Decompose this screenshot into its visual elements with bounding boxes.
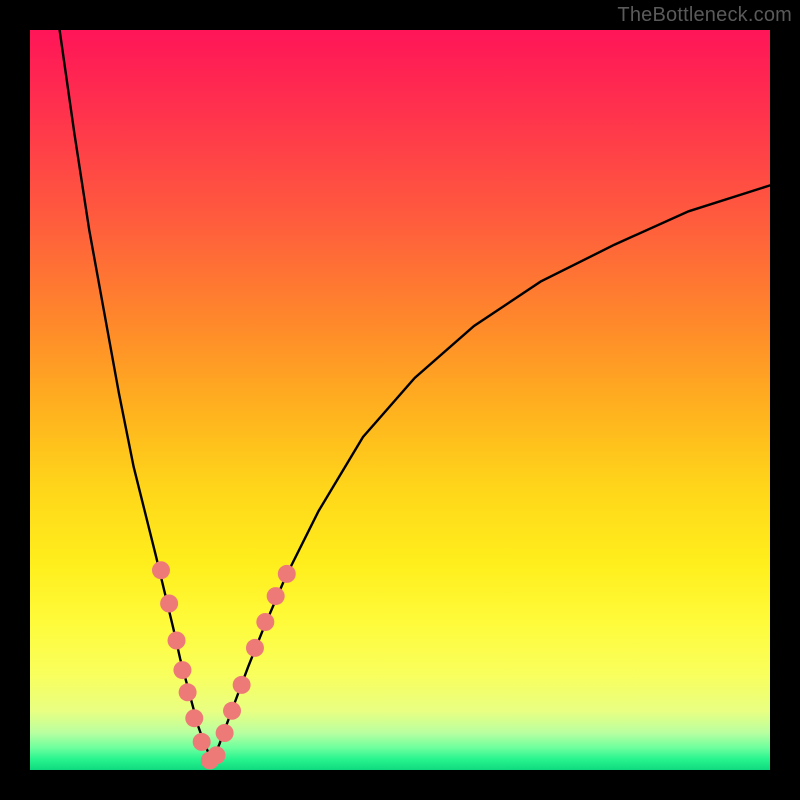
chart-frame: TheBottleneck.com [0,0,800,800]
dots-right [207,565,295,764]
data-point [179,683,197,701]
curve-right [212,185,770,761]
data-point [278,565,296,583]
watermark-text: TheBottleneck.com [617,4,792,27]
data-point [193,733,211,751]
data-point [256,613,274,631]
data-point [233,676,251,694]
data-point [246,639,264,657]
data-point [267,587,285,605]
data-point [168,632,186,650]
curves-layer [30,30,770,770]
data-point [207,746,225,764]
dots-left [152,561,219,769]
data-point [160,595,178,613]
data-point [152,561,170,579]
curve-left [60,30,212,761]
data-point [173,661,191,679]
plot-area [30,30,770,770]
data-point [216,724,234,742]
data-point [223,702,241,720]
data-point [185,709,203,727]
